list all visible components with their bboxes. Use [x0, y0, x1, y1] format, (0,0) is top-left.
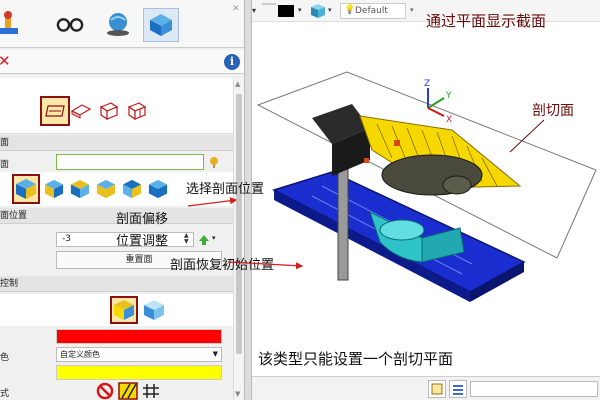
model-scene[interactable]: Z Y X: [252, 0, 600, 400]
no-pattern-icon[interactable]: [96, 382, 114, 400]
panel-splitter[interactable]: [244, 0, 252, 400]
section-color-swatch[interactable]: [56, 329, 222, 344]
red-detail: [394, 140, 400, 146]
direction-neg-xz-button[interactable]: [120, 176, 144, 202]
panel-close-icon[interactable]: ✕: [232, 4, 242, 14]
annotation-section-plane: 剖切面: [532, 103, 574, 119]
direction-neg-xy-button[interactable]: [94, 176, 118, 202]
control-type-row: [0, 294, 244, 326]
section-header-control: 控制: [0, 276, 244, 292]
position-arrow-icon[interactable]: [198, 234, 210, 246]
scroll-up-icon[interactable]: ▲: [235, 80, 240, 88]
property-panel: ✕ ✕ i 面 面 面位置 -3 ▲ ▼ ▾ 重置面 控制 色 自定义颜色 ▼ …: [0, 0, 244, 400]
hatch-pattern-icon[interactable]: [118, 382, 138, 400]
section-type-row: [0, 78, 244, 134]
annotation-note: 该类型只能设置一个剖切平面: [258, 350, 454, 368]
globe-render-icon[interactable]: [104, 10, 132, 38]
svg-text:Z: Z: [424, 79, 430, 89]
control-solid-button[interactable]: [110, 296, 138, 324]
two-plane-section-button[interactable]: [68, 98, 94, 124]
cyan-clamp-top: [379, 219, 425, 241]
panel-scrollbar[interactable]: ▲ ▼: [233, 78, 244, 400]
color-select[interactable]: 自定义颜色 ▼: [56, 347, 222, 362]
face-label: 面: [0, 160, 10, 170]
pick-pin-icon[interactable]: [208, 156, 220, 168]
cylinder-end: [442, 175, 472, 195]
cancel-icon[interactable]: ✕: [0, 53, 11, 69]
section-view-tab-icon[interactable]: [143, 8, 179, 42]
direction-xy-button[interactable]: [12, 174, 40, 204]
color-select-value: 自定义颜色: [60, 350, 100, 359]
red-detail: [364, 158, 369, 163]
plane-section-button[interactable]: [40, 96, 70, 126]
panel-action-bar: ✕ i: [0, 50, 244, 74]
panel-top-toolbar: ✕: [0, 0, 244, 48]
face-input[interactable]: [56, 154, 204, 170]
cross-pattern-icon[interactable]: [142, 382, 160, 400]
cylinder-section-button[interactable]: [124, 98, 150, 124]
direction-yz-button[interactable]: [68, 176, 92, 202]
svg-text:Y: Y: [445, 91, 452, 101]
annotation-title: 通过平面显示截面: [426, 12, 547, 30]
chevron-down-icon: ▼: [212, 350, 218, 358]
info-icon[interactable]: i: [224, 54, 240, 70]
svg-text:X: X: [446, 115, 452, 125]
direction-xz-button[interactable]: [42, 176, 66, 202]
style-label: 式: [0, 389, 10, 399]
fill-color-swatch[interactable]: [56, 365, 222, 380]
axis-triad-icon: Z Y X: [424, 79, 452, 125]
status-field[interactable]: [470, 381, 598, 397]
annotation-position-adjust: 位置调整: [116, 234, 169, 249]
control-transparent-button[interactable]: [140, 296, 168, 324]
glasses-icon[interactable]: [56, 10, 84, 38]
color-label: 色: [0, 353, 10, 363]
viewport-statusbar: [252, 376, 600, 400]
stamp-icon[interactable]: [0, 10, 22, 38]
annotation-select-position: 选择剖面位置: [186, 182, 265, 197]
tree-view-button[interactable]: [428, 380, 446, 398]
annotation-offset: 剖面偏移: [116, 212, 169, 227]
section-header-face: 面: [0, 135, 244, 151]
direction-neg-yz-button[interactable]: [146, 176, 170, 202]
box-section-button[interactable]: [96, 98, 122, 124]
annotation-reset: 剖面恢复初始位置: [170, 258, 275, 273]
position-dropdown-icon[interactable]: ▾: [212, 234, 216, 242]
offset-spinner[interactable]: ▲ ▼: [184, 233, 193, 246]
list-view-button[interactable]: [449, 380, 467, 398]
pattern-row: [96, 382, 186, 400]
scroll-down-icon[interactable]: ▼: [235, 390, 240, 398]
scroll-thumb[interactable]: [236, 94, 242, 354]
3d-viewport[interactable]: ▾ ▾ ▾ Default 💡 ▾ Z Y X: [252, 0, 600, 400]
